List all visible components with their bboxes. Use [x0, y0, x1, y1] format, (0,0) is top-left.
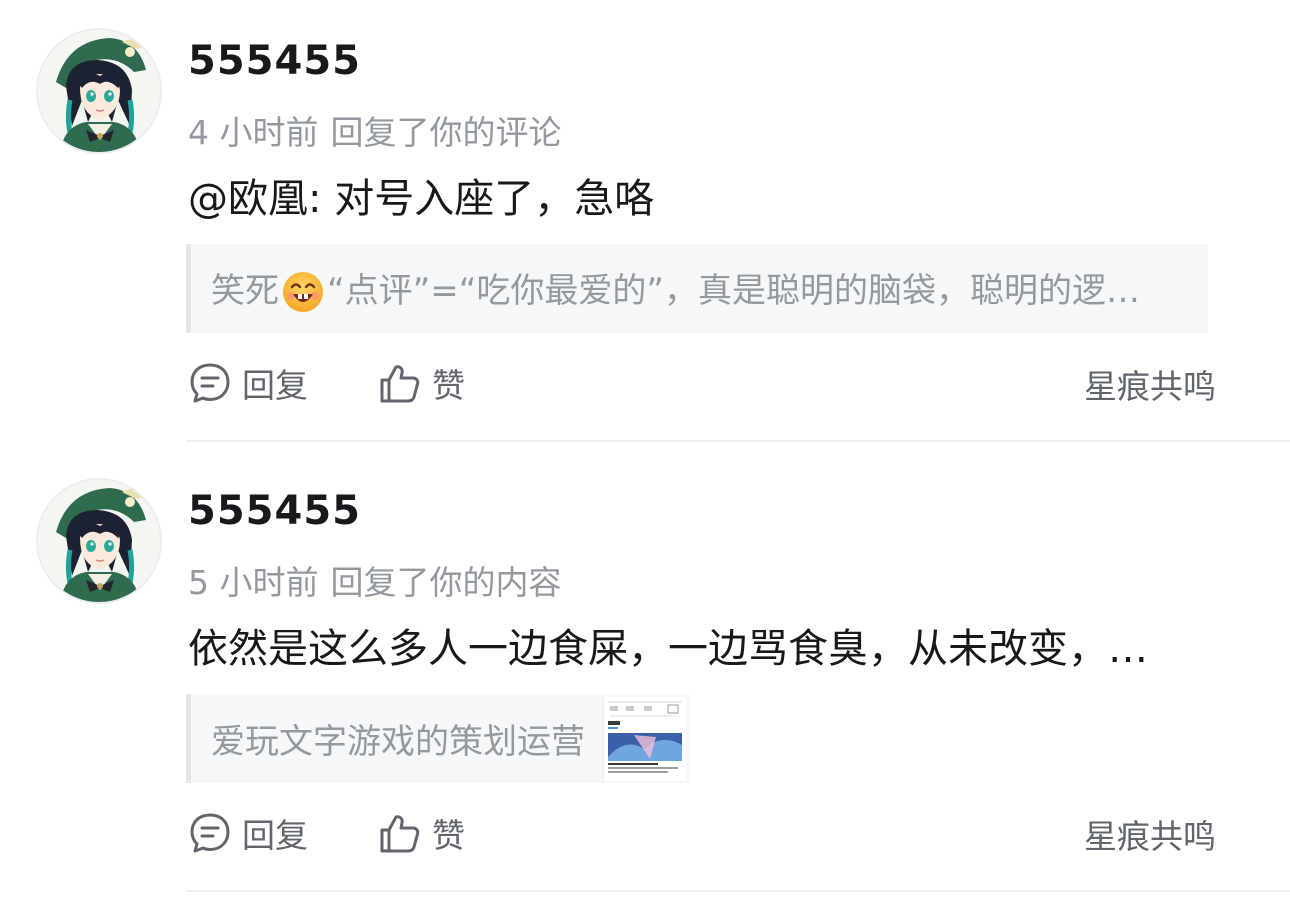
quoted-comment[interactable]: 笑死 “点评”=“吃你最爱的”，真是聪明的脑袋，聪明的逻…	[186, 244, 1208, 333]
quoted-comment-text: 笑死 “点评”=“吃你最爱的”，真是聪明的脑袋，聪明的逻…	[211, 263, 1204, 315]
like-button[interactable]: 赞	[378, 358, 465, 408]
thumbs-up-icon	[378, 361, 422, 405]
quote-suffix: “点评”=“吃你最爱的”，真是聪明的脑袋，聪明的逻…	[327, 270, 1140, 311]
comment-icon	[188, 811, 232, 855]
timestamp: 4 小时前	[188, 113, 319, 152]
grinning-face-emoji-icon	[281, 270, 325, 314]
source-channel-label[interactable]: 星痕共鸣	[1084, 360, 1216, 408]
quoted-content-text: 爱玩文字游戏的策划运营	[211, 722, 585, 762]
notification-item[interactable]: 555455 5 小时前 回复了你的内容 依然是这么多人一边食屎，一边骂食臭，从未…	[0, 450, 1290, 898]
reply-label: 回复	[242, 366, 308, 405]
reply-button[interactable]: 回复	[188, 358, 308, 408]
reply-text[interactable]: 依然是这么多人一边食屎，一边骂食臭，从未改变，…	[188, 616, 1213, 674]
username[interactable]: 555455	[188, 38, 361, 84]
avatar[interactable]	[36, 28, 162, 154]
action-bar: 回复 赞 星痕共鸣	[186, 808, 1216, 858]
reply-text[interactable]: @欧凰: 对号入座了，急咯	[188, 166, 1213, 224]
divider	[186, 890, 1290, 892]
quoted-content[interactable]: 爱玩文字游戏的策划运营	[186, 694, 690, 783]
username[interactable]: 555455	[188, 488, 361, 534]
source-channel-label[interactable]: 星痕共鸣	[1084, 810, 1216, 858]
action-bar: 回复 赞 星痕共鸣	[186, 358, 1216, 408]
notification-feed: 555455 4 小时前 回复了你的评论 @欧凰: 对号入座了，急咯 笑死 “点评”…	[0, 0, 1290, 898]
thumbs-up-icon	[378, 811, 422, 855]
quote-prefix: 笑死	[211, 270, 279, 311]
notification-meta: 5 小时前 回复了你的内容	[188, 556, 562, 604]
divider	[186, 440, 1290, 442]
reply-label: 回复	[242, 816, 308, 855]
action-description: 回复了你的内容	[330, 563, 562, 602]
comment-icon	[188, 361, 232, 405]
like-button[interactable]: 赞	[378, 808, 465, 858]
notification-item[interactable]: 555455 4 小时前 回复了你的评论 @欧凰: 对号入座了，急咯 笑死 “点评”…	[0, 0, 1290, 450]
notification-meta: 4 小时前 回复了你的评论	[188, 106, 562, 154]
like-label: 赞	[432, 366, 465, 405]
content-thumbnail-image	[603, 696, 686, 781]
avatar[interactable]	[36, 478, 162, 604]
reply-button[interactable]: 回复	[188, 808, 308, 858]
like-label: 赞	[432, 816, 465, 855]
action-description: 回复了你的评论	[330, 113, 562, 152]
timestamp: 5 小时前	[188, 563, 319, 602]
